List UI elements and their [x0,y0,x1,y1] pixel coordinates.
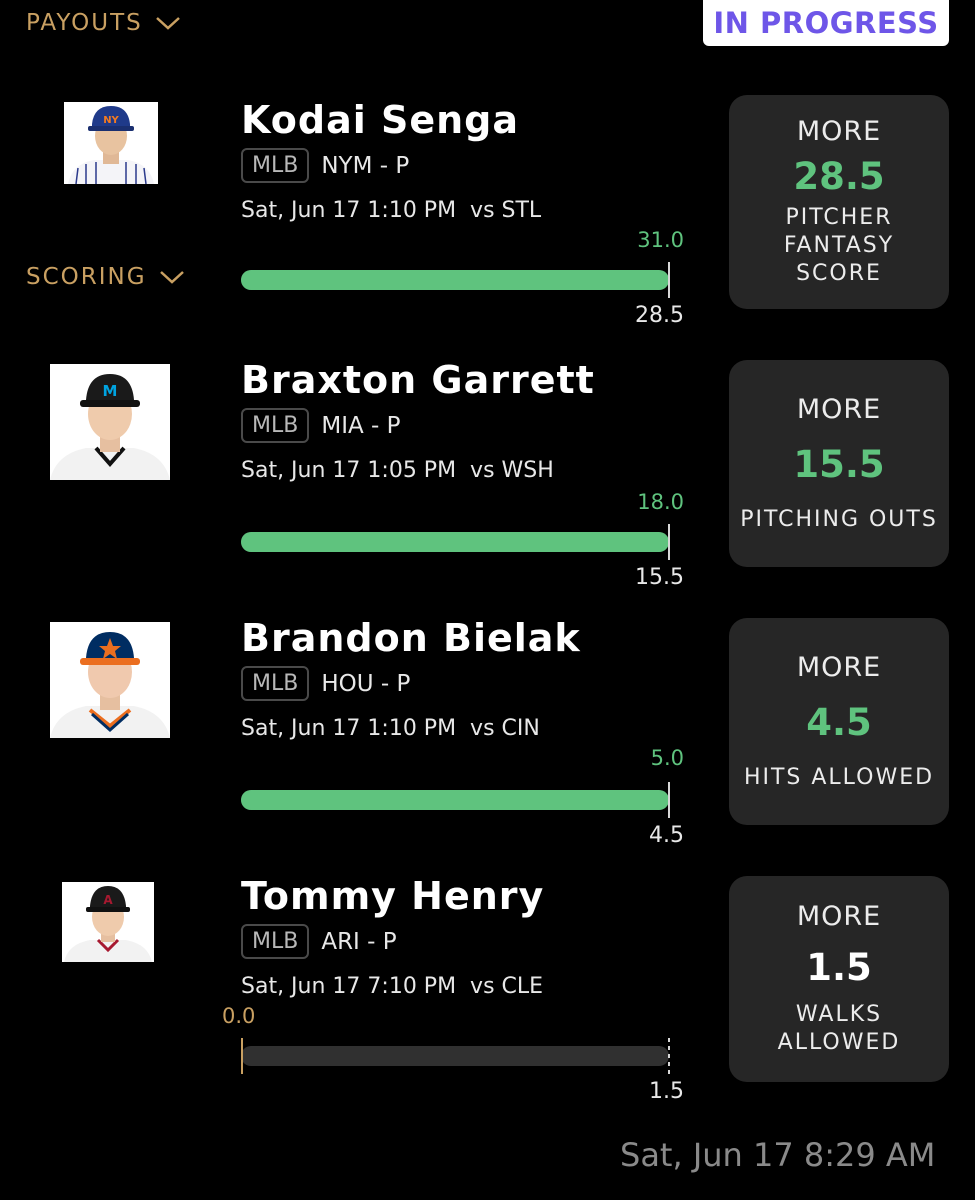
stat-name: HITS ALLOWED [743,764,935,790]
player-name: Braxton Garrett [241,358,595,402]
league-tag: MLB [241,148,310,183]
line-value: 1.5 [649,1079,684,1104]
chevron-down-icon [159,271,184,284]
scoring-toggle[interactable]: SCORING [26,264,185,290]
pick-direction: MORE [796,116,882,147]
player-avatar [50,622,170,738]
progress-fill [241,790,669,810]
stat-card[interactable]: MORE 15.5 PITCHING OUTS [729,360,949,567]
status-badge: IN PROGRESS [703,0,949,46]
stat-card[interactable]: MORE 4.5 HITS ALLOWED [729,618,949,825]
scoring-label: SCORING [26,264,147,290]
progress-fill [241,532,669,552]
pick-line: 4.5 [806,700,872,744]
league-tag: MLB [241,924,310,959]
team-position: MIA - P [321,412,401,439]
line-value: 28.5 [635,303,684,328]
player-avatar: NY [64,102,158,184]
actual-value: 18.0 [637,490,684,514]
progress-bar [241,270,669,290]
pick-direction: MORE [796,393,882,425]
actual-value: 31.0 [637,228,684,252]
player-meta: MLB NYM - P [241,148,409,183]
stat-card[interactable]: MORE 28.5 PITCHER FANTASY SCORE [729,95,949,309]
progress-bar [241,532,669,552]
progress-fill [241,270,669,290]
stat-name: PITCHER FANTASY SCORE [783,205,895,286]
line-marker [668,782,670,818]
game-time: Sat, Jun 17 1:10 PM vs STL [241,198,542,223]
game-time: Sat, Jun 17 1:10 PM vs CIN [241,716,540,741]
svg-text:M: M [103,382,118,400]
line-value: 15.5 [635,565,684,590]
player-avatar: M [50,364,170,480]
player-meta: MLB ARI - P [241,924,397,959]
league-tag: MLB [241,408,310,443]
payouts-label: PAYOUTS [26,10,143,36]
pick-line: 1.5 [806,946,872,989]
pick-line: 15.5 [793,442,885,486]
player-meta: MLB HOU - P [241,666,410,701]
progress-bar [241,790,669,810]
game-time: Sat, Jun 17 7:10 PM vs CLE [241,974,544,999]
chevron-down-icon [155,17,180,30]
player-avatar: A [62,882,154,962]
team-position: NYM - P [321,152,410,179]
pick-direction: MORE [796,901,882,932]
player-name: Kodai Senga [241,98,520,142]
current-marker [241,1038,243,1074]
progress-bar [241,1046,669,1066]
player-name: Tommy Henry [241,874,545,918]
player-meta: MLB MIA - P [241,408,401,443]
stat-name: PITCHING OUTS [740,506,938,532]
svg-text:NY: NY [103,115,119,126]
svg-text:A: A [103,893,113,907]
pick-line: 28.5 [793,155,885,198]
team-position: ARI - P [321,928,397,955]
line-marker [668,524,670,560]
payouts-toggle[interactable]: PAYOUTS [26,10,181,36]
line-marker [668,262,670,298]
team-position: HOU - P [321,670,411,697]
last-updated-timestamp: Sat, Jun 17 8:29 AM [620,1136,936,1174]
player-name: Brandon Bielak [241,616,581,660]
game-time: Sat, Jun 17 1:05 PM vs WSH [241,458,554,483]
pick-direction: MORE [796,651,882,683]
line-marker [668,1038,670,1074]
actual-value: 0.0 [222,1004,256,1028]
league-tag: MLB [241,666,310,701]
stat-card[interactable]: MORE 1.5 WALKS ALLOWED [729,876,949,1082]
actual-value: 5.0 [650,746,684,770]
stat-name: WALKS ALLOWED [777,1002,901,1055]
line-value: 4.5 [649,823,684,848]
